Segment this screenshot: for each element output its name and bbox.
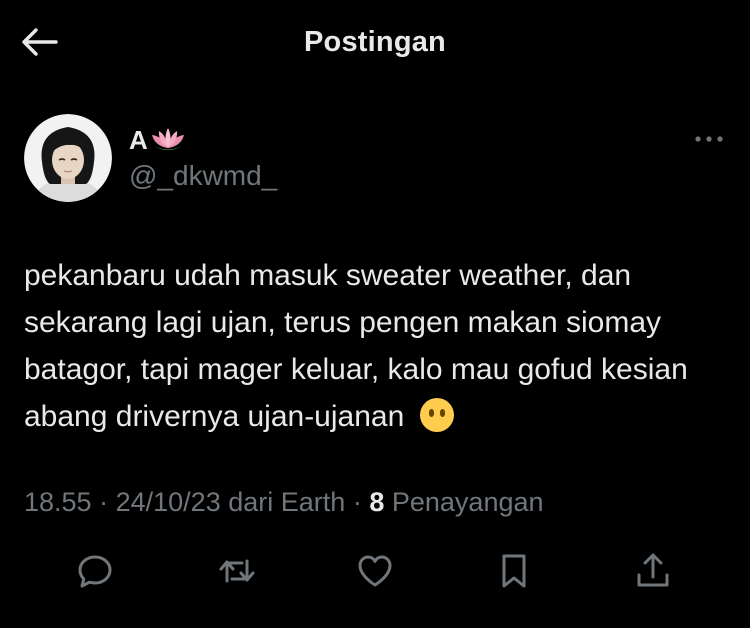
post-source: dari Earth [228, 487, 346, 517]
top-bar: Postingan [0, 0, 750, 90]
share-icon [633, 551, 673, 596]
author-name-row[interactable]: A [129, 124, 186, 156]
views-count[interactable]: 8 [369, 487, 384, 517]
share-button[interactable] [628, 548, 678, 598]
repost-icon [217, 551, 257, 596]
bookmark-icon [494, 551, 534, 596]
like-button[interactable] [350, 548, 400, 598]
views-label[interactable]: Penayangan [392, 487, 544, 517]
face-without-mouth-icon [419, 397, 455, 433]
post-meta: 18.55 · 24/10/23 dari Earth · 8 Penayang… [24, 487, 544, 518]
author-display-name: A [129, 124, 148, 155]
post-text: pekanbaru udah masuk sweater weather, da… [24, 252, 729, 440]
meta-separator: · [99, 487, 109, 517]
action-bar [0, 548, 750, 598]
lotus-icon [150, 126, 186, 154]
like-icon [355, 551, 395, 596]
meta-separator: · [352, 487, 362, 517]
reply-button[interactable] [70, 548, 120, 598]
repost-button[interactable] [212, 548, 262, 598]
bookmark-button[interactable] [489, 548, 539, 598]
reply-icon [75, 551, 115, 596]
more-dots-icon [694, 130, 724, 148]
post-date: 24/10/23 [115, 487, 221, 517]
avatar[interactable] [24, 114, 112, 202]
page-title: Postingan [304, 26, 446, 58]
author-handle[interactable]: @_dkwmd_ [129, 160, 277, 192]
post-time: 18.55 [24, 487, 92, 517]
post-text-body: pekanbaru udah masuk sweater weather, da… [24, 259, 688, 433]
more-options-button[interactable] [690, 126, 728, 152]
